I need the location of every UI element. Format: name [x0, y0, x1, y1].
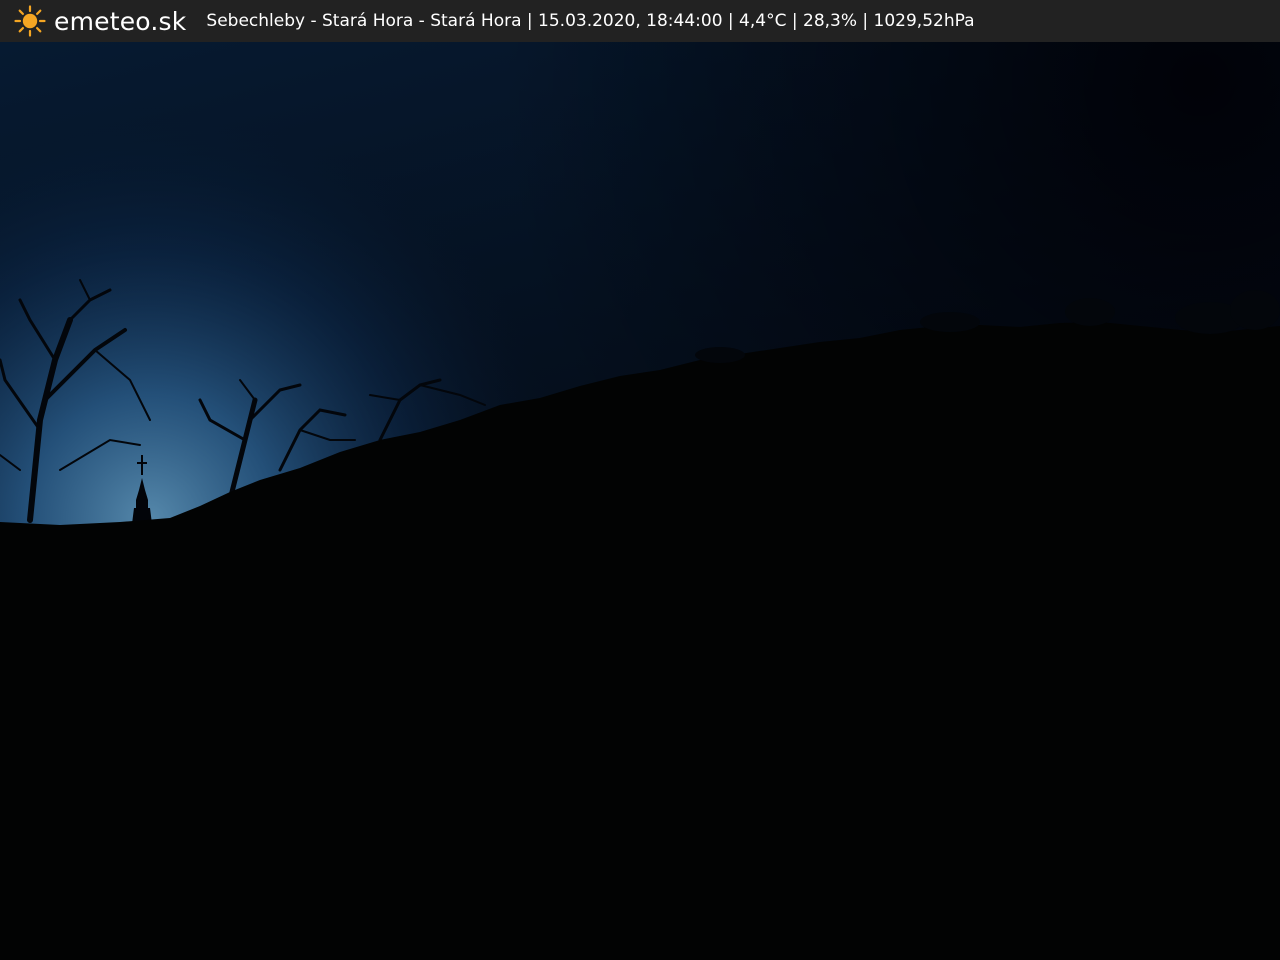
webcam-view: emeteo.sk Sebechleby - Stará Hora - Star… [0, 0, 1280, 960]
webcam-info-bar: emeteo.sk Sebechleby - Stará Hora - Star… [0, 0, 1280, 42]
brand[interactable]: emeteo.sk [14, 0, 206, 42]
sun-icon [14, 5, 46, 37]
webcam-image [0, 0, 1280, 960]
brand-name: emeteo.sk [54, 6, 187, 36]
webcam-caption: Sebechleby - Stará Hora - Stará Hora | 1… [206, 11, 975, 31]
